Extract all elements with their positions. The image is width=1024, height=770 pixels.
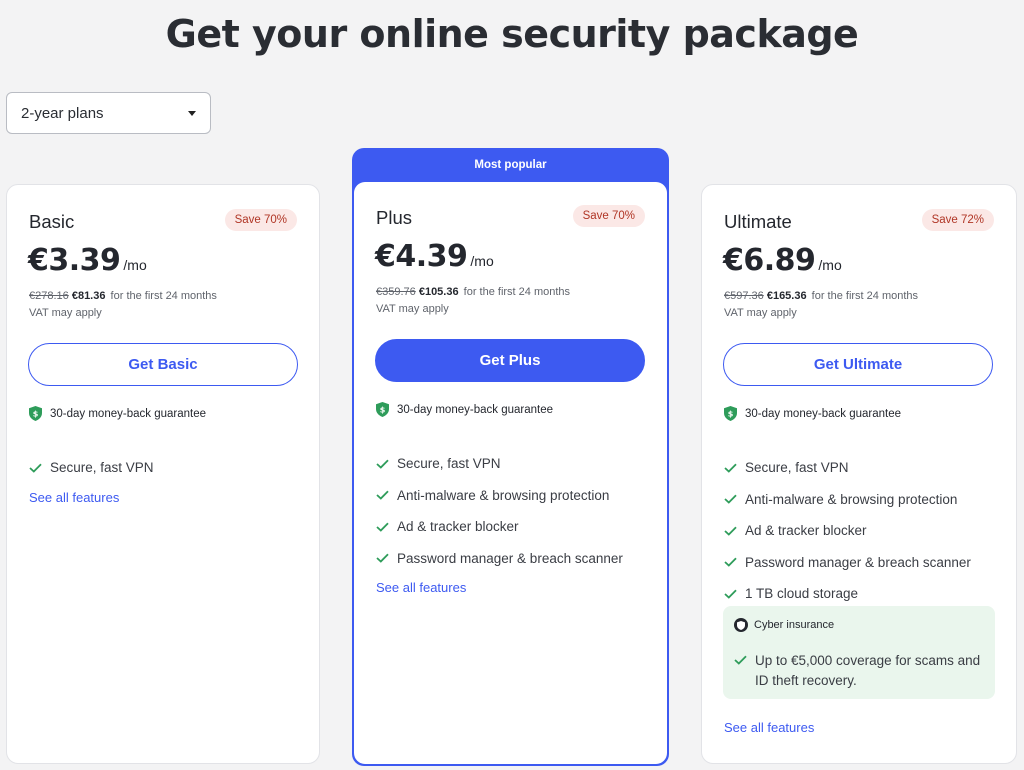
insurance-feature: Up to €5,000 coverage for scams and ID t…: [734, 651, 987, 691]
feature-item: Ad & tracker blocker: [376, 511, 623, 543]
billing-info: €278.16 €81.36 for the first 24 months: [29, 290, 217, 302]
check-icon: [724, 463, 737, 473]
check-icon: [29, 463, 42, 473]
new-price: €81.36: [71, 290, 106, 302]
check-icon: [376, 490, 389, 501]
plan-price: €3.39/mo: [28, 243, 147, 278]
plan-name: Ultimate: [724, 211, 792, 232]
feature-item: Secure, fast VPN: [376, 448, 623, 480]
new-price: €105.36: [418, 286, 459, 298]
feature-list: Secure, fast VPN Anti-malware & browsing…: [376, 448, 623, 574]
page-title: Get your online security package: [165, 12, 859, 56]
billing-info: €359.76 €105.36 for the first 24 months: [376, 286, 570, 298]
vat-note: VAT may apply: [724, 307, 797, 319]
svg-text:$: $: [33, 410, 39, 419]
feature-list: Secure, fast VPN: [29, 452, 154, 484]
billing-term: for the first 24 months: [110, 290, 217, 302]
cyber-insurance-header: Cyber insurance: [734, 618, 834, 632]
price-period: /mo: [818, 257, 842, 273]
plan-name: Plus: [376, 207, 412, 228]
svg-text:$: $: [380, 406, 386, 415]
money-back-guarantee: $ 30-day money-back guarantee: [724, 406, 901, 421]
insurance-text: Up to €5,000 coverage for scams and ID t…: [755, 653, 981, 688]
feature-item: Anti-malware & browsing protection: [724, 484, 971, 516]
get-plus-button[interactable]: Get Plus: [375, 339, 645, 382]
plan-card-plus-body: Plus Save 70% €4.39/mo €359.76 €105.36 f…: [354, 182, 667, 764]
plan-card-plus: Most popular Plus Save 70% €4.39/mo €359…: [352, 148, 669, 766]
price-period: /mo: [123, 257, 147, 273]
old-price: €597.36: [724, 290, 764, 302]
vat-note: VAT may apply: [376, 303, 449, 315]
plan-duration-select[interactable]: 2-year plans: [6, 92, 211, 134]
insurance-badge-icon: [734, 618, 748, 632]
feature-item: Anti-malware & browsing protection: [376, 480, 623, 512]
guarantee-text: 30-day money-back guarantee: [397, 403, 553, 416]
plan-price: €4.39/mo: [375, 239, 494, 274]
check-icon: [724, 494, 737, 505]
check-icon: [734, 655, 747, 665]
price-value: €4.39: [375, 239, 468, 274]
feature-item: Password manager & breach scanner: [724, 547, 971, 579]
plan-duration-value: 2-year plans: [21, 104, 104, 122]
cyber-insurance-box: Cyber insurance Up to €5,000 coverage fo…: [723, 606, 995, 699]
new-price: €165.36: [766, 290, 807, 302]
feature-item: 1 TB cloud storage: [724, 578, 971, 610]
get-ultimate-button[interactable]: Get Ultimate: [723, 343, 993, 386]
plan-card-basic: Basic Save 70% €3.39/mo €278.16 €81.36 f…: [6, 184, 320, 764]
check-icon: [724, 589, 737, 599]
billing-term: for the first 24 months: [811, 290, 919, 302]
vat-note: VAT may apply: [29, 307, 102, 319]
feature-list: Secure, fast VPN Anti-malware & browsing…: [724, 452, 971, 610]
chevron-down-icon: [188, 110, 196, 116]
shield-icon: $: [376, 402, 389, 417]
save-badge: Save 70%: [224, 209, 297, 231]
old-price: €359.76: [376, 286, 416, 298]
old-price: €278.16: [29, 290, 69, 302]
feature-item: Secure, fast VPN: [724, 452, 971, 484]
guarantee-text: 30-day money-back guarantee: [50, 407, 206, 420]
price-value: €6.89: [723, 243, 816, 278]
billing-info: €597.36 €165.36 for the first 24 months: [724, 290, 918, 302]
see-all-features-link[interactable]: See all features: [376, 580, 466, 595]
money-back-guarantee: $ 30-day money-back guarantee: [376, 402, 553, 417]
see-all-features-link[interactable]: See all features: [724, 720, 814, 735]
money-back-guarantee: $ 30-day money-back guarantee: [29, 406, 206, 421]
check-icon: [724, 557, 737, 568]
check-icon: [724, 526, 737, 536]
check-icon: [376, 553, 389, 564]
svg-text:$: $: [728, 410, 734, 419]
feature-item: Secure, fast VPN: [29, 452, 154, 484]
shield-icon: $: [29, 406, 42, 421]
feature-item: Ad & tracker blocker: [724, 515, 971, 547]
get-basic-button[interactable]: Get Basic: [28, 343, 298, 386]
plan-name: Basic: [29, 211, 75, 232]
price-period: /mo: [470, 253, 494, 269]
shield-icon: $: [724, 406, 737, 421]
save-badge: Save 70%: [572, 205, 645, 227]
check-icon: [376, 459, 389, 469]
cyber-insurance-title: Cyber insurance: [754, 619, 835, 631]
most-popular-banner: Most popular: [474, 159, 547, 171]
guarantee-text: 30-day money-back guarantee: [745, 407, 901, 420]
feature-item: Password manager & breach scanner: [376, 543, 623, 575]
plan-card-ultimate: Ultimate Save 72% €6.89/mo €597.36 €165.…: [701, 184, 1017, 764]
plan-price: €6.89/mo: [723, 243, 842, 278]
price-value: €3.39: [28, 243, 121, 278]
check-icon: [376, 522, 389, 532]
save-badge: Save 72%: [921, 209, 994, 231]
billing-term: for the first 24 months: [463, 286, 571, 298]
see-all-features-link[interactable]: See all features: [29, 490, 119, 505]
